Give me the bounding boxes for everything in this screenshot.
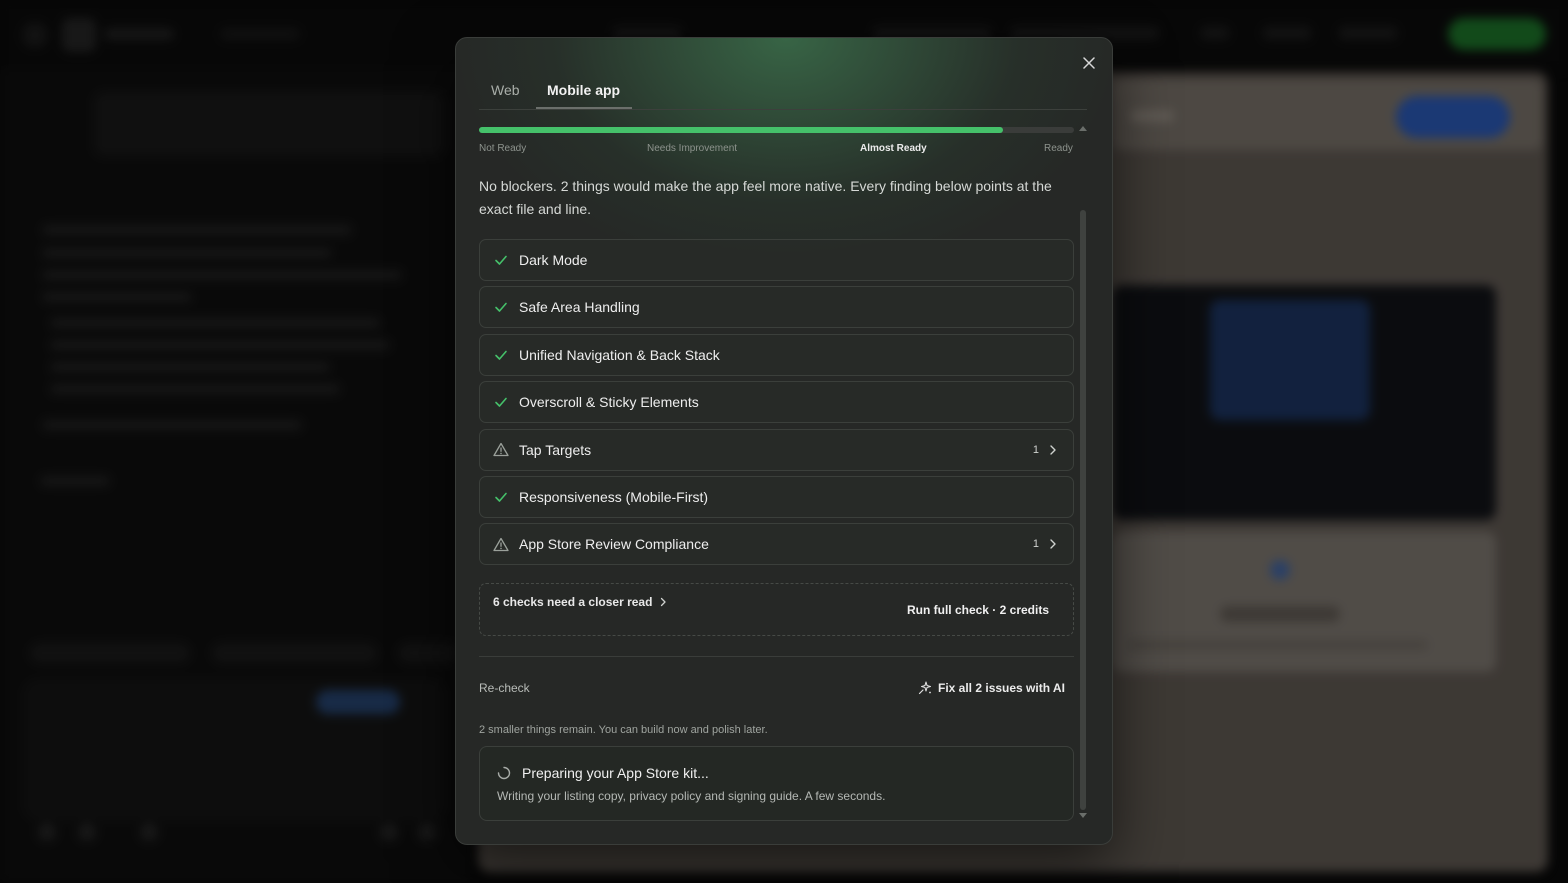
check-row-navigation: Unified Navigation & Back Stack <box>479 333 1074 376</box>
check-icon <box>493 299 509 315</box>
stage-needs-improvement: Needs Improvement <box>647 143 738 154</box>
recheck-button[interactable]: Re-check <box>479 681 530 695</box>
check-label: Safe Area Handling <box>519 299 640 316</box>
readiness-progress-bar <box>479 127 1074 133</box>
chevron-right-icon <box>1047 443 1059 457</box>
check-row-dark-mode: Dark Mode <box>479 239 1074 281</box>
run-full-check-button[interactable]: Run full check · 2 credits <box>907 603 1049 617</box>
chevron-right-icon <box>1047 537 1059 551</box>
readiness-summary: No blockers. 2 things would make the app… <box>479 178 1052 217</box>
stage-not-ready: Not Ready <box>479 143 527 154</box>
sparkle-icon <box>918 681 932 695</box>
close-icon <box>1083 57 1095 69</box>
fix-all-with-ai-button[interactable]: Fix all 2 issues with AI <box>918 681 1065 695</box>
check-row-tap-targets[interactable]: Tap Targets 1 <box>479 428 1074 471</box>
issue-count: 1 <box>1032 443 1039 456</box>
loading-spinner-icon <box>497 766 511 780</box>
closer-read-link[interactable]: 6 checks need a closer read <box>493 595 667 609</box>
stage-ready: Ready <box>1044 143 1073 154</box>
readiness-progress-fill <box>479 127 1003 133</box>
warning-icon <box>493 442 509 458</box>
check-icon <box>493 394 509 410</box>
active-tab-indicator <box>536 107 632 109</box>
check-label: Tap Targets <box>519 441 592 458</box>
scroll-up-arrow[interactable] <box>1079 126 1087 131</box>
remaining-note: 2 smaller things remain. You can build n… <box>479 724 768 736</box>
kit-title: Preparing your App Store kit... <box>522 765 709 781</box>
check-row-overscroll: Overscroll & Sticky Elements <box>479 381 1074 424</box>
close-button[interactable] <box>1080 54 1098 72</box>
scroll-down-arrow[interactable] <box>1079 813 1087 818</box>
modal-scrollbar[interactable] <box>1080 210 1086 810</box>
tab-mobile-app[interactable]: Mobile app <box>547 82 620 98</box>
check-label: App Store Review Compliance <box>519 536 709 553</box>
issue-count: 1 <box>1032 538 1039 551</box>
check-label: Responsiveness (Mobile-First) <box>519 488 709 505</box>
tab-web[interactable]: Web <box>491 82 520 98</box>
check-list: Dark Mode Safe Area Handling Unified Nav… <box>479 239 1074 571</box>
check-row-responsiveness: Responsiveness (Mobile-First) <box>479 475 1074 518</box>
check-row-safe-area: Safe Area Handling <box>479 286 1074 329</box>
check-icon <box>493 489 509 505</box>
check-icon <box>493 252 509 268</box>
check-label: Overscroll & Sticky Elements <box>519 394 699 411</box>
check-label: Unified Navigation & Back Stack <box>519 346 720 363</box>
check-icon <box>493 347 509 363</box>
check-label: Dark Mode <box>519 252 588 268</box>
section-divider <box>479 656 1074 657</box>
chevron-right-icon <box>660 597 667 607</box>
check-row-app-store-compliance[interactable]: App Store Review Compliance 1 <box>479 523 1074 566</box>
app-store-kit-status: Preparing your App Store kit... Writing … <box>479 746 1074 821</box>
warning-icon <box>493 536 509 552</box>
platform-tabs: Web Mobile app <box>479 72 1087 110</box>
closer-read-box: 6 checks need a closer read Run full che… <box>479 583 1074 636</box>
fix-all-label: Fix all 2 issues with AI <box>938 681 1065 695</box>
kit-subtitle: Writing your listing copy, privacy polic… <box>497 789 886 803</box>
closer-read-label: 6 checks need a closer read <box>493 595 653 609</box>
stage-almost-ready: Almost Ready <box>860 143 927 154</box>
